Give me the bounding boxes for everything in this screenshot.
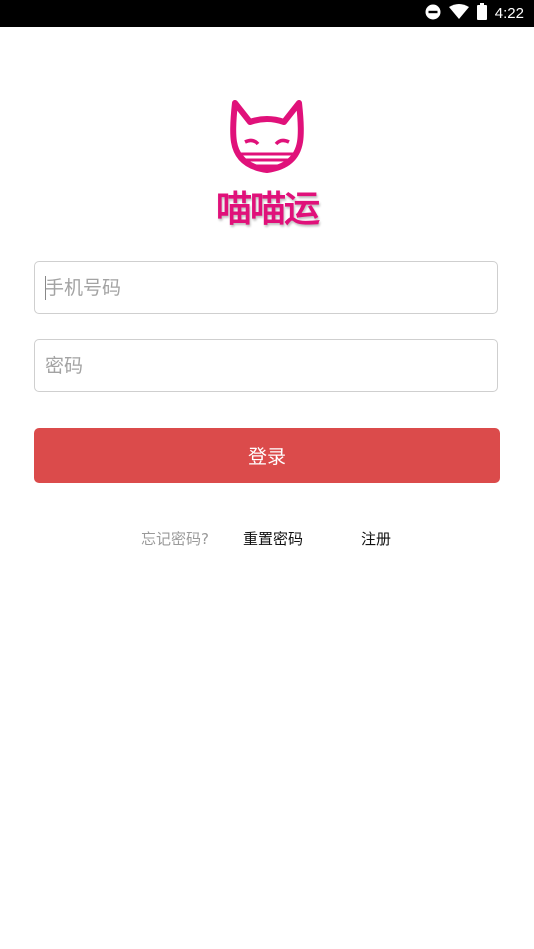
wifi-icon xyxy=(448,3,469,24)
battery-icon xyxy=(476,3,487,24)
register-link[interactable]: 注册 xyxy=(361,528,391,550)
password-input[interactable] xyxy=(35,340,497,391)
do-not-disturb-icon xyxy=(425,4,441,24)
reset-password-link[interactable]: 重置密码 xyxy=(243,528,303,550)
text-cursor xyxy=(45,276,46,300)
phone-field[interactable] xyxy=(34,261,498,314)
login-button[interactable]: 登录 xyxy=(34,428,500,483)
forgot-password-label: 忘记密码? xyxy=(141,530,209,548)
status-time: 4:22 xyxy=(494,5,524,22)
logo-text: 喵喵运 xyxy=(215,189,320,230)
status-icons: 4:22 xyxy=(425,0,524,27)
status-bar: 4:22 xyxy=(0,0,534,27)
app-logo: 喵喵运 xyxy=(198,100,336,230)
password-field[interactable] xyxy=(34,339,498,392)
phone-input[interactable] xyxy=(35,262,497,313)
